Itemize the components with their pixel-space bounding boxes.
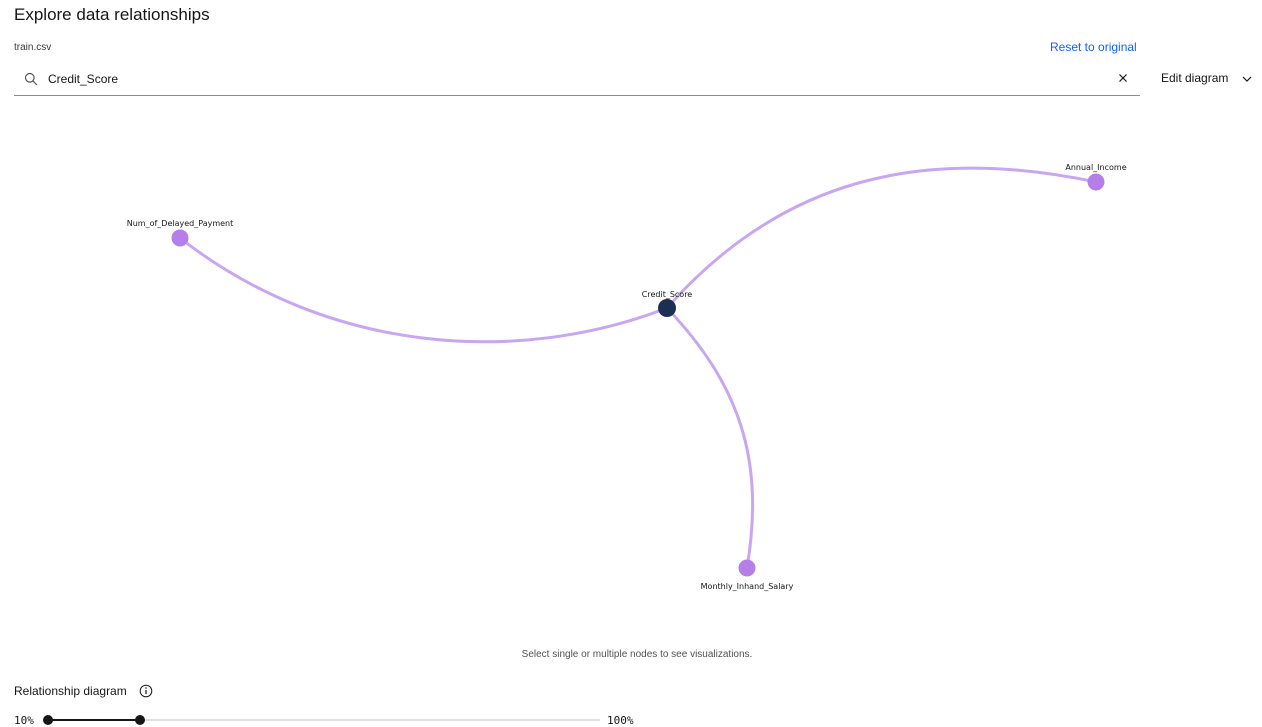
- close-icon[interactable]: [1116, 71, 1130, 85]
- relationship-diagram: Annual_Income Num_of_Delayed_Payment Mon…: [127, 163, 1127, 592]
- node-circle[interactable]: [1087, 173, 1105, 191]
- node-label: Monthly_Inhand_Salary: [701, 582, 794, 591]
- node-num-of-delayed-payment[interactable]: Num_of_Delayed_Payment: [127, 219, 234, 247]
- edge-credit-score-monthly-inhand-salary: [665, 306, 755, 569]
- node-circle[interactable]: [171, 229, 189, 247]
- search-bar: [14, 62, 1140, 96]
- slider-min-label: 10%: [14, 714, 34, 727]
- page-title: Explore data relationships: [14, 5, 210, 24]
- slider-range-fill: [48, 719, 140, 721]
- node-circle[interactable]: [658, 299, 676, 317]
- chevron-down-icon: [1242, 76, 1252, 82]
- slider-max-label: 100%: [607, 714, 634, 727]
- search-icon: [24, 72, 38, 86]
- node-label: Num_of_Delayed_Payment: [127, 219, 234, 228]
- node-monthly-inhand-salary[interactable]: Monthly_Inhand_Salary: [701, 559, 794, 592]
- selection-hint: Select single or multiple nodes to see v…: [521, 649, 753, 660]
- dataset-filename: train.csv: [14, 42, 52, 53]
- search-input[interactable]: [48, 70, 1108, 88]
- slider-thumb-high[interactable]: [135, 715, 145, 725]
- edge-credit-score-num-of-delayed-payment: [179, 236, 668, 344]
- edge-credit-score-annual-income: [665, 166, 1097, 309]
- node-circle[interactable]: [738, 559, 756, 577]
- node-label: Annual_Income: [1065, 163, 1126, 172]
- edit-diagram-label: Edit diagram: [1161, 71, 1229, 85]
- info-icon[interactable]: [139, 684, 153, 698]
- reset-to-original-link[interactable]: Reset to original: [1050, 40, 1137, 54]
- slider-thumb-low[interactable]: [43, 715, 53, 725]
- relationship-diagram-label: Relationship diagram: [14, 684, 127, 698]
- node-label: Credit_Score: [642, 290, 693, 299]
